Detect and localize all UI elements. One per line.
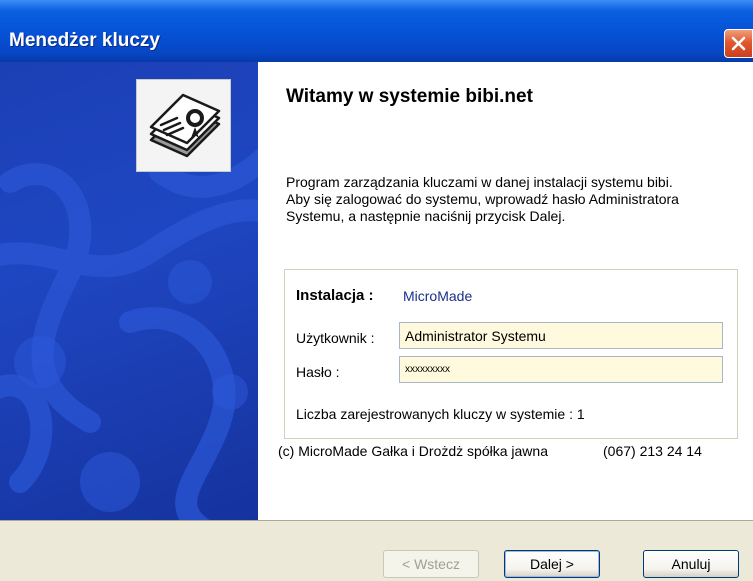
welcome-heading: Witamy w systemie bibi.net	[286, 86, 533, 107]
user-label: Użytkownik :	[296, 330, 375, 346]
close-button[interactable]	[724, 29, 753, 58]
close-icon	[731, 36, 746, 51]
key-count-text: Liczba zarejestrowanych kluczy w systemi…	[296, 406, 585, 422]
intro-line: Systemu, a następnie naciśnij przycisk D…	[286, 208, 566, 224]
cancel-button[interactable]: Anuluj	[643, 550, 739, 578]
back-button[interactable]: < Wstecz	[383, 550, 479, 578]
login-group: Instalacja : MicroMade Użytkownik : Hasł…	[284, 269, 738, 439]
password-label: Hasło :	[296, 364, 340, 380]
button-bar: < Wstecz Dalej > Anuluj	[0, 520, 753, 581]
password-field[interactable]	[399, 356, 723, 383]
side-banner	[0, 62, 258, 520]
key-manager-window: Menedżer kluczy Witamy w systemie bibi.n…	[0, 0, 753, 581]
title-bar[interactable]: Menedżer kluczy	[0, 0, 753, 62]
intro-line: Program zarządzania kluczami w danej ins…	[286, 174, 673, 190]
content-panel: Witamy w systemie bibi.net Program zarzą…	[258, 62, 753, 520]
window-title: Menedżer kluczy	[9, 30, 160, 51]
key-certificates-icon	[136, 79, 231, 172]
installation-label: Instalacja :	[296, 287, 374, 304]
next-button[interactable]: Dalej >	[504, 550, 600, 578]
installation-value: MicroMade	[403, 288, 473, 304]
intro-line: Aby się zalogować do systemu, wprowadź h…	[286, 191, 679, 207]
intro-text: Program zarządzania kluczami w danej ins…	[286, 174, 752, 225]
user-field[interactable]	[399, 322, 723, 349]
phone-number: (067) 213 24 14	[603, 443, 702, 459]
copyright-text: (c) MicroMade Gałka i Drożdż spółka jawn…	[278, 443, 548, 459]
